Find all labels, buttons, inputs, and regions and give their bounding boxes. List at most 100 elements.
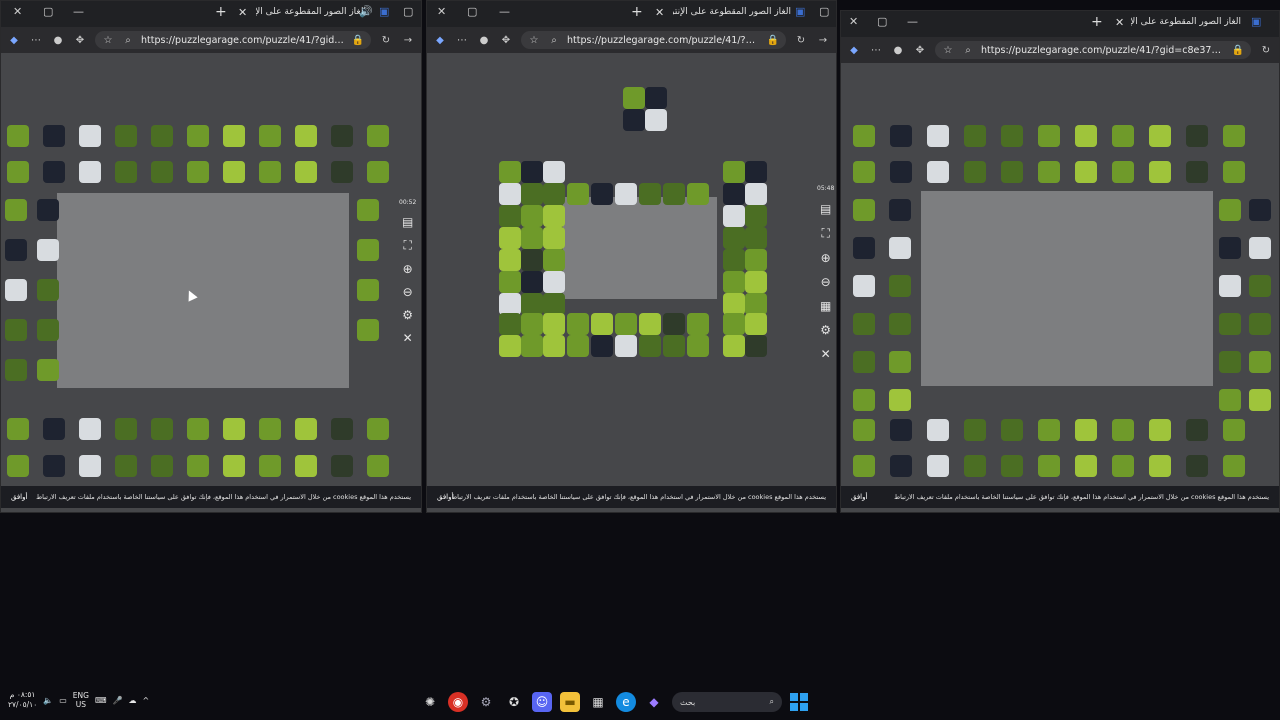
puzzle-piece[interactable] — [639, 183, 661, 205]
puzzle-piece[interactable] — [543, 227, 565, 249]
puzzle-piece[interactable] — [1219, 237, 1241, 259]
puzzle-piece[interactable] — [499, 161, 521, 183]
chevron-up-icon[interactable]: ^ — [142, 696, 149, 705]
puzzle-piece[interactable] — [1001, 419, 1023, 441]
puzzle-piece[interactable] — [1112, 161, 1134, 183]
reload-icon[interactable]: ↻ — [794, 33, 808, 47]
puzzle-piece[interactable] — [645, 109, 667, 131]
puzzle-piece[interactable] — [567, 335, 589, 357]
profile-icon[interactable]: ● — [477, 33, 491, 47]
tab-title[interactable]: ألغاز الصور المقطوعة على الإنترنت — [673, 7, 791, 17]
puzzle-piece[interactable] — [259, 125, 281, 147]
image-preview-icon[interactable]: ▤ — [402, 215, 413, 229]
tab-close-icon[interactable]: ✕ — [1115, 16, 1124, 29]
puzzle-piece[interactable] — [889, 199, 911, 221]
puzzle-piece[interactable] — [687, 313, 709, 335]
puzzle-piece[interactable] — [927, 455, 949, 477]
puzzle-piece[interactable] — [5, 199, 27, 221]
puzzle-piece[interactable] — [853, 389, 875, 411]
settings-icon[interactable]: ⚙ — [402, 308, 413, 322]
puzzle-piece[interactable] — [1038, 419, 1060, 441]
taskbar-search[interactable]: ⌕ بحث — [672, 692, 782, 712]
puzzle-workspace[interactable]: 00:52 ▤ ⛶ ⊕ ⊖ ⚙ ✕ أوافق يستخدم هذا الموق… — [1, 53, 421, 512]
puzzle-piece[interactable] — [623, 87, 645, 109]
minimize-window-icon[interactable]: — — [499, 5, 510, 18]
puzzle-piece[interactable] — [37, 199, 59, 221]
puzzle-piece[interactable] — [927, 419, 949, 441]
close-window-icon[interactable]: ✕ — [437, 5, 446, 18]
puzzle-piece[interactable] — [115, 125, 137, 147]
puzzle-piece[interactable] — [1149, 161, 1171, 183]
puzzle-piece[interactable] — [1149, 455, 1171, 477]
new-tab-button[interactable]: + — [1091, 14, 1103, 30]
puzzle-piece[interactable] — [615, 183, 637, 205]
store-icon[interactable]: ▦ — [588, 692, 608, 712]
puzzle-piece[interactable] — [591, 335, 613, 357]
maximize-window-icon[interactable]: ▢ — [43, 5, 53, 18]
settings-gear-icon[interactable]: ✺ — [420, 692, 440, 712]
puzzle-piece[interactable] — [295, 418, 317, 440]
puzzle-piece[interactable] — [853, 199, 875, 221]
puzzle-piece[interactable] — [521, 335, 543, 357]
puzzle-piece[interactable] — [964, 419, 986, 441]
puzzle-extension-icon[interactable]: ✥ — [499, 33, 513, 47]
puzzle-piece[interactable] — [367, 455, 389, 477]
close-icon[interactable]: ✕ — [821, 347, 831, 361]
puzzle-piece[interactable] — [499, 227, 521, 249]
microphone-icon[interactable]: 🎤 — [112, 696, 122, 705]
puzzle-piece[interactable] — [1186, 125, 1208, 147]
puzzle-piece[interactable] — [639, 313, 661, 335]
copilot-icon[interactable]: ◆ — [433, 33, 447, 47]
puzzle-piece[interactable] — [521, 227, 543, 249]
puzzle-piece[interactable] — [687, 335, 709, 357]
puzzle-piece[interactable] — [295, 161, 317, 183]
fullscreen-icon[interactable]: ⛶ — [821, 226, 829, 241]
puzzle-piece[interactable] — [1249, 199, 1271, 221]
puzzle-piece[interactable] — [723, 205, 745, 227]
puzzle-piece[interactable] — [745, 205, 767, 227]
puzzle-piece[interactable] — [567, 313, 589, 335]
puzzle-piece[interactable] — [639, 335, 661, 357]
file-explorer-icon[interactable]: ▬ — [560, 692, 580, 712]
puzzle-piece[interactable] — [7, 418, 29, 440]
puzzle-piece[interactable] — [745, 161, 767, 183]
puzzle-piece[interactable] — [357, 279, 379, 301]
copilot-icon[interactable]: ◆ — [847, 43, 861, 57]
puzzle-piece[interactable] — [521, 249, 543, 271]
puzzle-piece[interactable] — [37, 239, 59, 261]
puzzle-piece[interactable] — [499, 249, 521, 271]
puzzle-piece[interactable] — [1249, 313, 1271, 335]
puzzle-piece[interactable] — [187, 125, 209, 147]
puzzle-piece[interactable] — [1001, 125, 1023, 147]
puzzle-piece[interactable] — [890, 419, 912, 441]
puzzle-piece[interactable] — [499, 205, 521, 227]
puzzle-piece[interactable] — [1038, 455, 1060, 477]
puzzle-piece[interactable] — [1001, 455, 1023, 477]
puzzle-piece[interactable] — [367, 418, 389, 440]
puzzle-piece[interactable] — [7, 125, 29, 147]
puzzle-board[interactable] — [921, 191, 1213, 386]
puzzle-piece[interactable] — [151, 418, 173, 440]
puzzle-piece[interactable] — [1075, 125, 1097, 147]
start-button[interactable] — [790, 693, 808, 711]
more-icon[interactable]: ⋯ — [455, 33, 469, 47]
puzzle-piece[interactable] — [745, 313, 767, 335]
puzzle-piece[interactable] — [79, 455, 101, 477]
puzzle-piece[interactable] — [187, 455, 209, 477]
puzzle-piece[interactable] — [1219, 275, 1241, 297]
settings-icon[interactable]: ⚙ — [820, 323, 831, 337]
puzzle-piece[interactable] — [7, 161, 29, 183]
puzzle-piece[interactable] — [5, 359, 27, 381]
puzzle-piece[interactable] — [499, 293, 521, 315]
puzzle-piece[interactable] — [1038, 125, 1060, 147]
puzzle-piece[interactable] — [723, 183, 745, 205]
puzzle-piece[interactable] — [115, 418, 137, 440]
puzzle-piece[interactable] — [745, 249, 767, 271]
tab-close-icon[interactable]: ✕ — [655, 6, 664, 19]
puzzle-piece[interactable] — [1223, 161, 1245, 183]
puzzle-piece[interactable] — [357, 199, 379, 221]
puzzle-piece[interactable] — [543, 293, 565, 315]
puzzle-piece[interactable] — [521, 205, 543, 227]
puzzle-piece[interactable] — [723, 335, 745, 357]
puzzle-piece[interactable] — [1219, 351, 1241, 373]
